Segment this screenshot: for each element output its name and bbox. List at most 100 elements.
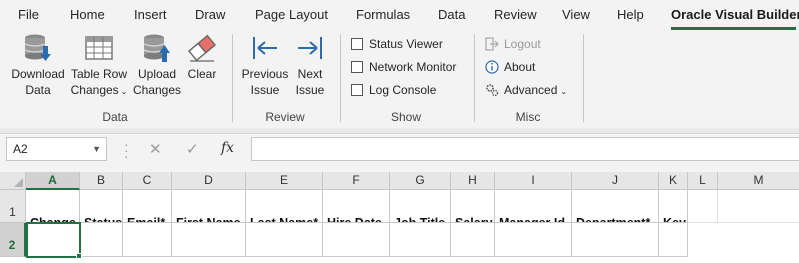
table-cell[interactable] <box>451 223 495 257</box>
previous-issue-button[interactable]: Previous Issue <box>240 32 290 98</box>
column-header[interactable]: J <box>572 172 659 190</box>
column-header[interactable]: I <box>495 172 572 190</box>
arrow-right-icon <box>298 37 322 59</box>
select-all-triangle-icon <box>14 178 23 187</box>
about-button[interactable]: About <box>485 60 535 76</box>
download-data-button[interactable]: Download Data <box>8 32 68 98</box>
fill-handle[interactable] <box>76 253 82 259</box>
tab-file[interactable]: File <box>18 7 39 22</box>
select-all-button[interactable] <box>0 172 26 190</box>
row-header[interactable]: 1 <box>0 190 26 223</box>
tab-help[interactable]: Help <box>617 7 644 22</box>
checkbox-box[interactable] <box>351 38 363 50</box>
table-header-cell[interactable]: Status <box>80 190 123 223</box>
column-header[interactable]: H <box>451 172 495 190</box>
insert-function-icon[interactable]: fx <box>221 140 234 156</box>
table-header-cell[interactable]: First Name <box>172 190 246 223</box>
next-issue-label-2: Issue <box>295 83 325 97</box>
tab-formulas[interactable]: Formulas <box>356 7 410 22</box>
table-cell[interactable] <box>172 223 246 257</box>
logout-icon <box>485 37 499 51</box>
gears-icon <box>486 84 499 97</box>
tab-view[interactable]: View <box>562 7 590 22</box>
table-cell[interactable] <box>390 223 451 257</box>
tab-page-layout[interactable]: Page Layout <box>255 7 328 22</box>
table-cell[interactable] <box>659 223 688 257</box>
advanced-label: Advanced <box>504 83 558 97</box>
column-header[interactable]: K <box>659 172 688 190</box>
column-header[interactable]: M <box>718 172 799 190</box>
table-header-cell[interactable]: Email* <box>123 190 172 223</box>
checkbox-box[interactable] <box>351 61 363 73</box>
table-row-changes-button[interactable]: Table Row Changes ⌄ <box>68 32 130 100</box>
table-cell[interactable] <box>323 223 390 257</box>
tab-data[interactable]: Data <box>438 7 465 22</box>
table-cell[interactable] <box>246 223 323 257</box>
tab-review[interactable]: Review <box>494 7 537 22</box>
database-download-icon <box>24 34 51 61</box>
table-header-cell[interactable]: Last Name* <box>246 190 323 223</box>
table-cell[interactable] <box>572 223 659 257</box>
table-cell[interactable] <box>123 223 172 257</box>
table-header-cell[interactable]: Salary <box>451 190 495 223</box>
column-header[interactable]: A <box>26 172 80 190</box>
tab-oracle-visual-builder[interactable]: Oracle Visual Builder <box>671 7 799 22</box>
enter-icon[interactable]: ✓ <box>186 140 199 158</box>
network-monitor-checkbox[interactable]: Network Monitor <box>351 60 456 76</box>
active-cell-highlight[interactable] <box>26 222 81 258</box>
column-header[interactable]: B <box>80 172 123 190</box>
status-viewer-checkbox[interactable]: Status Viewer <box>351 37 443 53</box>
tab-draw[interactable]: Draw <box>195 7 225 22</box>
table-header-cell[interactable]: Hire Date <box>323 190 390 223</box>
arrow-left-icon <box>253 37 277 59</box>
cancel-icon[interactable]: ✕ <box>149 140 162 158</box>
table-cell[interactable] <box>80 223 123 257</box>
group-separator <box>232 34 233 122</box>
upload-changes-button[interactable]: Upload Changes <box>130 32 184 98</box>
database-upload-icon <box>143 34 170 62</box>
checkbox-box[interactable] <box>351 84 363 96</box>
clear-button[interactable]: Clear <box>184 32 220 82</box>
table-header-cell[interactable]: Manager Id <box>495 190 572 223</box>
show-group-label: Show <box>390 110 422 124</box>
table-cell[interactable] <box>495 223 572 257</box>
column-header[interactable]: F <box>323 172 390 190</box>
previous-issue-label-1: Previous <box>241 67 289 81</box>
column-header[interactable]: D <box>172 172 246 190</box>
tab-insert[interactable]: Insert <box>134 7 167 22</box>
next-issue-button[interactable]: Next Issue <box>292 32 328 98</box>
eraser-icon <box>187 34 217 62</box>
empty-cell[interactable] <box>718 190 799 223</box>
about-label: About <box>504 60 536 74</box>
log-console-checkbox[interactable]: Log Console <box>351 83 436 99</box>
logout-label: Logout <box>504 37 541 51</box>
chevron-down-icon: ⌄ <box>120 87 128 96</box>
previous-issue-label-2: Issue <box>250 83 280 97</box>
column-header[interactable]: G <box>390 172 451 190</box>
row-header[interactable]: 2 <box>0 223 26 257</box>
table-header-cell[interactable]: Key <box>659 190 688 223</box>
worksheet-grid: A B C D E F G H I J K L M 1 2 Change Sta… <box>0 172 799 263</box>
logout-button[interactable]: Logout <box>485 37 541 53</box>
column-header[interactable]: L <box>688 172 718 190</box>
table-header-cell[interactable]: Department* <box>572 190 659 223</box>
table-row-changes-label-2: Changes <box>70 83 119 97</box>
formula-input[interactable] <box>251 137 799 161</box>
ribbon: Download Data Table Row Changes ⌄ Upload … <box>0 30 799 128</box>
table-header-cell[interactable]: Job Title <box>390 190 451 223</box>
ribbon-tab-bar: File Home Insert Draw Page Layout Formul… <box>0 0 799 30</box>
formula-bar-grip-icon[interactable]: · · · <box>124 137 129 163</box>
column-header[interactable]: E <box>246 172 323 190</box>
table-grid-icon <box>85 36 113 60</box>
chevron-down-icon[interactable]: ▼ <box>92 138 101 160</box>
misc-group-label: Misc <box>515 110 541 124</box>
table-header-cell[interactable]: Change <box>26 190 80 223</box>
data-group-label: Data <box>102 110 128 124</box>
empty-cell[interactable] <box>688 190 718 223</box>
name-box[interactable]: A2 ▼ <box>6 137 107 161</box>
next-issue-label-1: Next <box>297 67 323 81</box>
advanced-menu-button[interactable]: Advanced ⌄ <box>485 83 567 99</box>
upload-changes-label-2: Changes <box>132 83 182 97</box>
tab-home[interactable]: Home <box>70 7 105 22</box>
column-header[interactable]: C <box>123 172 172 190</box>
